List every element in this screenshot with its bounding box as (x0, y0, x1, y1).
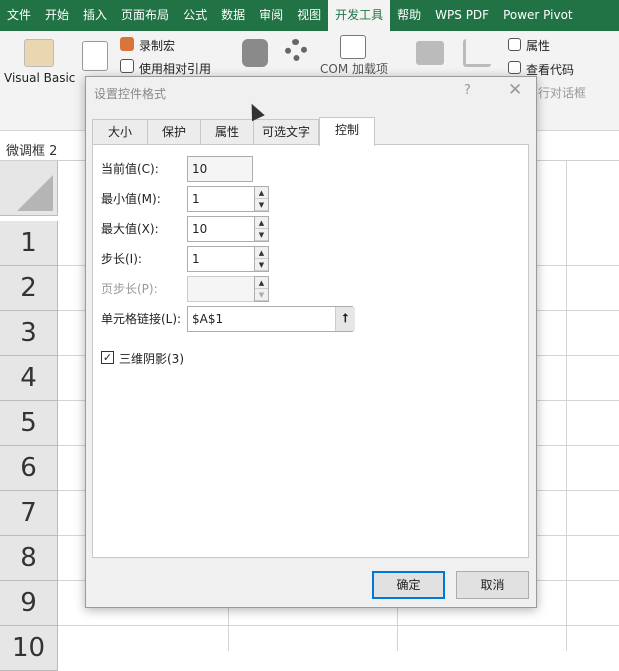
step-field[interactable]: 1 (187, 246, 255, 272)
row-header[interactable]: 2 (0, 266, 58, 311)
spin-down-icon: ▼ (255, 289, 268, 301)
min-value-label: 最小值(M): (101, 192, 161, 206)
com-addins-icon (340, 35, 366, 59)
record-macro-button[interactable]: 录制宏 (139, 37, 175, 54)
cancel-button[interactable]: 取消 (456, 571, 529, 599)
view-code-icon (508, 61, 521, 74)
tab-protection[interactable]: 保护 (147, 119, 201, 145)
excel-addins-gear-icon (285, 39, 307, 61)
ok-button[interactable]: 确定 (372, 571, 445, 599)
row-header[interactable]: 3 (0, 311, 58, 356)
tab-properties[interactable]: 属性 (200, 119, 254, 145)
collapse-dialog-icon[interactable]: ⭡ (335, 307, 355, 331)
spin-down-icon[interactable]: ▼ (255, 229, 268, 241)
current-value-field[interactable]: 10 (187, 156, 253, 182)
tab-wps-pdf[interactable]: WPS PDF (428, 0, 496, 31)
tab-formulas[interactable]: 公式 (176, 0, 214, 31)
row-header[interactable]: 8 (0, 536, 58, 581)
ribbon-tabs: 文件 开始 插入 页面布局 公式 数据 审阅 视图 开发工具 帮助 WPS PD… (0, 0, 619, 31)
tab-home[interactable]: 开始 (38, 0, 76, 31)
max-value-field[interactable]: 10 (187, 216, 255, 242)
tab-size[interactable]: 大小 (92, 119, 148, 145)
macros-icon (82, 41, 108, 71)
spin-down-icon[interactable]: ▼ (255, 259, 268, 271)
insert-control-icon (416, 41, 444, 65)
row-header[interactable]: 4 (0, 356, 58, 401)
record-macro-icon (120, 37, 134, 51)
dialog-title: 设置控件格式 (94, 87, 167, 101)
tab-control[interactable]: 控制 (319, 117, 375, 146)
format-control-dialog: 设置控件格式 ? ✕ 大小 保护 属性 可选文字 控制 当前值(C): 10 最… (85, 76, 537, 608)
com-addins-button[interactable]: COM 加载项 (320, 60, 388, 77)
select-all-corner[interactable] (0, 161, 58, 216)
properties-button[interactable]: 属性 (526, 37, 550, 54)
design-mode-icon (463, 39, 491, 67)
tab-view[interactable]: 视图 (290, 0, 328, 31)
tab-data[interactable]: 数据 (214, 0, 252, 31)
properties-icon (508, 38, 521, 51)
page-step-label: 页步长(P): (101, 282, 158, 296)
visual-basic-button[interactable]: Visual Basic (4, 71, 75, 85)
step-label: 步长(I): (101, 252, 142, 266)
tab-developer[interactable]: 开发工具 (328, 0, 391, 31)
row-header[interactable]: 5 (0, 401, 58, 446)
cell-link-field[interactable]: $A$1 (187, 306, 353, 332)
current-value-label: 当前值(C): (101, 162, 159, 176)
visual-basic-icon (24, 39, 54, 67)
name-box[interactable]: 微调框 2 (6, 140, 57, 159)
row-header[interactable]: 10 (0, 626, 58, 671)
row-header[interactable]: 9 (0, 581, 58, 626)
tab-alt-text[interactable]: 可选文字 (253, 119, 319, 145)
tab-page-layout[interactable]: 页面布局 (114, 0, 176, 31)
cell-link-label: 单元格链接(L): (101, 312, 182, 326)
spin-up-icon[interactable]: ▲ (255, 247, 268, 259)
max-value-label: 最大值(X): (101, 222, 159, 236)
spin-up-icon[interactable]: ▲ (255, 187, 268, 199)
row-header[interactable]: 1 (0, 221, 58, 266)
page-step-field (187, 276, 255, 302)
3d-shading-checkbox[interactable]: ✓ (101, 351, 114, 364)
relative-ref-button[interactable]: 使用相对引用 (139, 60, 211, 77)
3d-shading-label: 三维阴影(3) (119, 352, 184, 366)
tab-insert[interactable]: 插入 (76, 0, 114, 31)
page-step-spinner: ▲ ▼ (254, 276, 269, 302)
spin-up-icon: ▲ (255, 277, 268, 289)
max-value-spinner[interactable]: ▲ ▼ (254, 216, 269, 242)
row-header[interactable]: 6 (0, 446, 58, 491)
spin-up-icon[interactable]: ▲ (255, 217, 268, 229)
spin-down-icon[interactable]: ▼ (255, 199, 268, 211)
tab-help[interactable]: 帮助 (390, 0, 428, 31)
min-value-spinner[interactable]: ▲ ▼ (254, 186, 269, 212)
tab-power-pivot[interactable]: Power Pivot (496, 0, 580, 31)
row-header[interactable]: 7 (0, 491, 58, 536)
control-panel: 当前值(C): 10 最小值(M): 1 ▲ ▼ 最大值(X): 10 ▲ ▼ 步长… (92, 144, 529, 558)
tab-review[interactable]: 审阅 (252, 0, 290, 31)
tab-file[interactable]: 文件 (0, 0, 38, 31)
min-value-field[interactable]: 1 (187, 186, 255, 212)
relative-ref-icon (120, 59, 134, 73)
addins-icon (242, 39, 268, 67)
close-button[interactable]: ✕ (508, 80, 522, 100)
step-spinner[interactable]: ▲ ▼ (254, 246, 269, 272)
help-button[interactable]: ? (464, 83, 471, 98)
run-dialog-button[interactable]: 行对话框 (538, 84, 586, 101)
